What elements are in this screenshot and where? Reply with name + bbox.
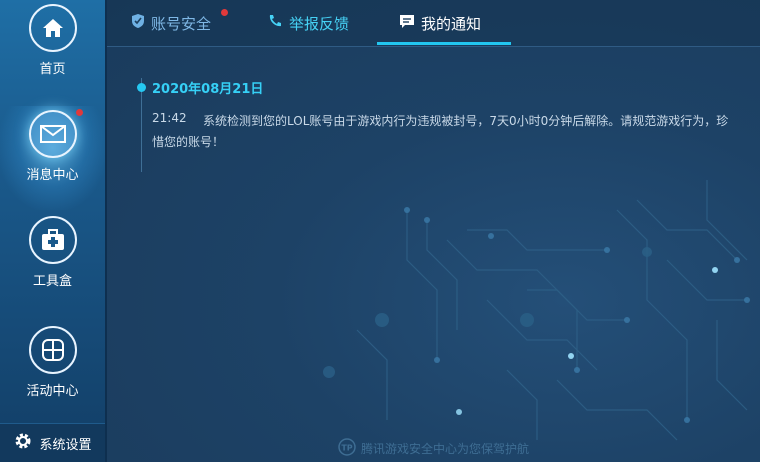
toolbox-icon bbox=[28, 216, 77, 264]
settings-button[interactable]: 系统设置 bbox=[0, 423, 105, 462]
mail-icon bbox=[28, 110, 77, 158]
tab-report-feedback[interactable]: 举报反馈 bbox=[267, 0, 349, 46]
tab-label: 账号安全 bbox=[151, 14, 212, 33]
phone-icon bbox=[267, 13, 283, 33]
grid-icon bbox=[28, 326, 77, 374]
sidebar-item-label: 消息中心 bbox=[26, 168, 79, 183]
circuit-background-decoration bbox=[323, 180, 750, 441]
tab-my-notifications[interactable]: 我的通知 bbox=[399, 0, 481, 46]
footer: TP 腾讯游戏安全中心为您保驾护航 bbox=[107, 437, 760, 459]
notification-text: 系统检测到您的LOL账号由于游戏内行为违规被封号，7天0小时0分钟后解除。请规范… bbox=[152, 114, 729, 149]
shield-icon bbox=[131, 13, 145, 33]
sidebar-item-activities[interactable]: 活动中心 bbox=[0, 322, 105, 426]
tab-label: 我的通知 bbox=[421, 14, 482, 33]
tp-logo-icon: TP bbox=[338, 437, 356, 459]
sidebar-item-label: 工具盒 bbox=[32, 274, 72, 289]
notification-badge bbox=[76, 109, 83, 116]
svg-text:TP: TP bbox=[341, 443, 352, 452]
message-icon bbox=[399, 14, 415, 33]
sidebar-item-label: 首页 bbox=[39, 62, 66, 77]
active-tab-indicator bbox=[377, 42, 511, 45]
tab-bar: 账号安全 举报反馈 我的通知 bbox=[107, 0, 760, 47]
tab-label: 举报反馈 bbox=[289, 14, 350, 33]
notification-badge bbox=[221, 9, 228, 16]
sidebar-item-messages[interactable]: 消息中心 bbox=[0, 106, 105, 210]
sidebar-item-home[interactable]: 首页 bbox=[0, 0, 105, 104]
gear-icon bbox=[13, 431, 33, 455]
home-icon bbox=[28, 4, 77, 52]
sidebar: 首页 消息中心 工具盒 活动中心 系统设置 bbox=[0, 0, 107, 462]
footer-text: 腾讯游戏安全中心为您保驾护航 bbox=[360, 441, 529, 456]
tab-account-security[interactable]: 账号安全 bbox=[131, 0, 228, 46]
sidebar-item-label: 活动中心 bbox=[26, 384, 79, 399]
settings-label: 系统设置 bbox=[39, 437, 92, 453]
main-panel: 账号安全 举报反馈 我的通知 2020年08月21日 21:42 系统检测到您的… bbox=[107, 0, 760, 462]
sidebar-item-toolbox[interactable]: 工具盒 bbox=[0, 212, 105, 316]
timeline-dot bbox=[137, 83, 146, 92]
timeline-line bbox=[141, 78, 142, 172]
notification-date: 2020年08月21日 bbox=[152, 82, 264, 97]
